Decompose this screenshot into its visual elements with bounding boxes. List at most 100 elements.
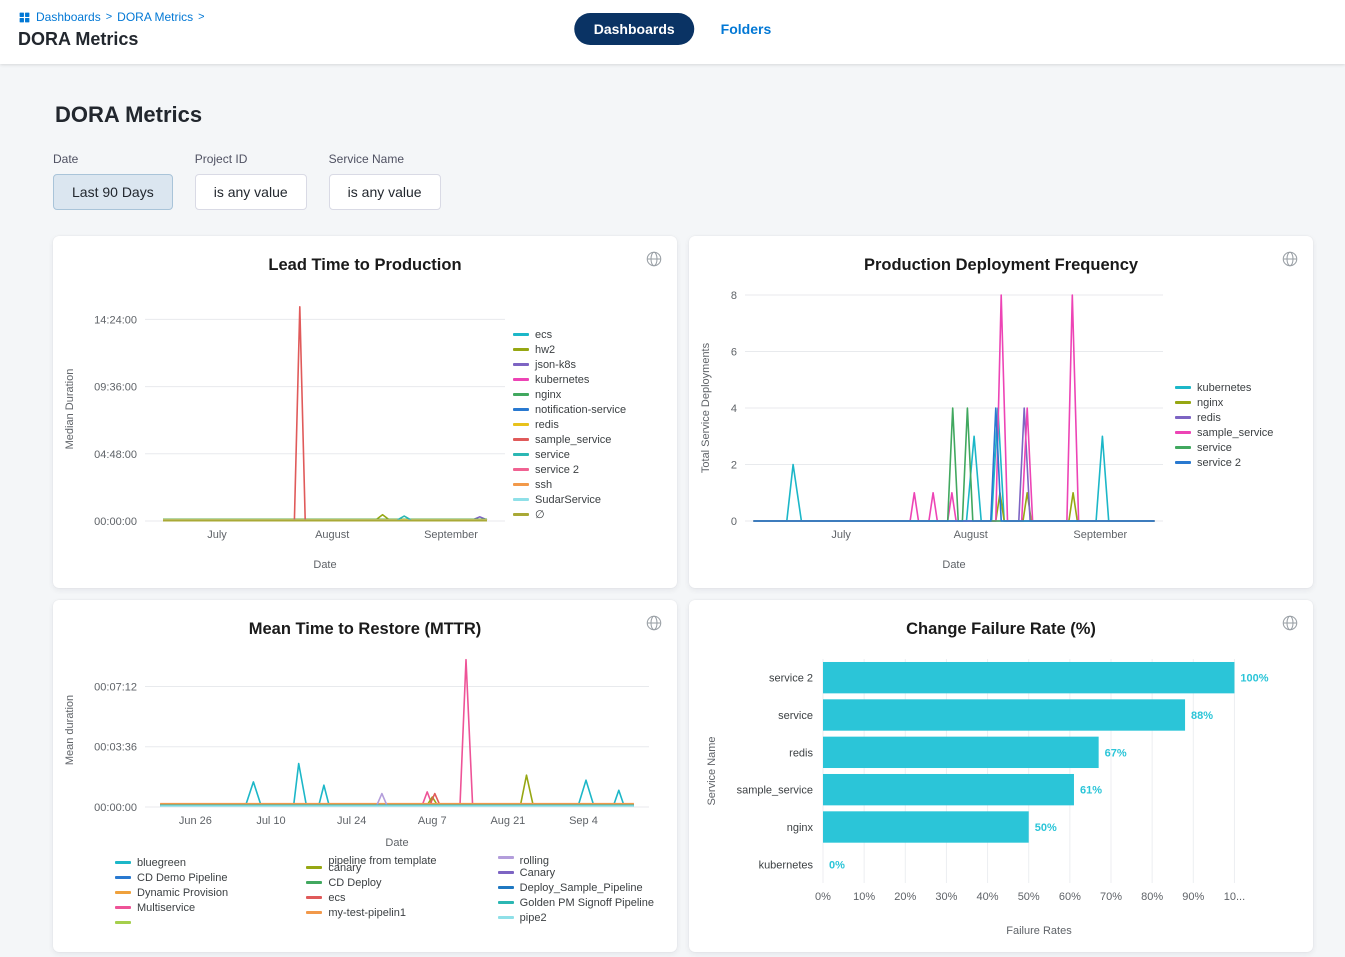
legend-swatch	[306, 881, 322, 884]
date-filter-button[interactable]: Last 90 Days	[53, 174, 173, 210]
svg-text:00:00:00: 00:00:00	[94, 802, 137, 814]
legend-label: service	[1197, 442, 1232, 454]
dashboard-page: DORA Metrics Date Last 90 Days Project I…	[0, 102, 1345, 952]
legend-label: my-test-pipelin1	[328, 907, 406, 919]
chart-title: Production Deployment Frequency	[689, 236, 1313, 275]
legend-item[interactable]: ecs	[513, 327, 665, 342]
lead-time-chart: 00:00:0004:48:0009:36:0014:24:00JulyAugu…	[61, 275, 513, 573]
service-name-filter-button[interactable]: is any value	[329, 174, 441, 210]
legend-swatch	[513, 483, 529, 486]
svg-text:70%: 70%	[1100, 891, 1122, 903]
svg-text:10%: 10%	[853, 891, 875, 903]
svg-text:Aug 7: Aug 7	[418, 815, 447, 827]
filter-project-id-label: Project ID	[195, 152, 307, 166]
legend-swatch	[513, 348, 529, 351]
globe-icon[interactable]	[645, 250, 663, 268]
svg-text:July: July	[207, 529, 227, 541]
legend-item[interactable]: CD Deploy	[306, 875, 463, 890]
legend-label: sample_service	[1197, 427, 1273, 439]
legend-item[interactable]: SudarService	[513, 492, 665, 507]
legend-item[interactable]: service	[1175, 440, 1301, 455]
legend-item[interactable]: CD Demo Pipeline	[115, 870, 272, 885]
breadcrumb-link-dora-metrics[interactable]: DORA Metrics	[117, 10, 193, 24]
legend-item[interactable]: ecs	[306, 890, 463, 905]
tab-dashboards[interactable]: Dashboards	[574, 13, 695, 45]
legend-item[interactable]: pipe2	[498, 910, 655, 925]
svg-text:6: 6	[731, 347, 737, 359]
legend-item[interactable]: Canary	[498, 865, 655, 880]
legend-swatch	[513, 513, 529, 516]
legend-item[interactable]: sample_service	[1175, 425, 1301, 440]
svg-text:Jul 10: Jul 10	[256, 815, 285, 827]
legend-label: kubernetes	[1197, 382, 1251, 394]
legend-item[interactable]: redis	[1175, 410, 1301, 425]
legend-label: rolling	[520, 855, 549, 867]
filter-bar: Date Last 90 Days Project ID is any valu…	[53, 152, 1292, 210]
legend-item[interactable]: bluegreen	[115, 855, 272, 870]
legend-item[interactable]: nginx	[1175, 395, 1301, 410]
legend-item[interactable]: kubernetes	[513, 372, 665, 387]
svg-text:10...: 10...	[1224, 891, 1245, 903]
lead-time-legend: ecshw2json-k8s kubernetesnginx notificatio…	[513, 327, 665, 522]
legend-item[interactable]: Multiservice	[115, 900, 272, 915]
legend-label: redis	[1197, 412, 1221, 424]
chart-title: Mean Time to Restore (MTTR)	[53, 600, 677, 639]
legend-label: Multiservice	[137, 902, 195, 914]
filter-date: Date Last 90 Days	[53, 152, 173, 210]
svg-text:August: August	[954, 529, 988, 541]
deployment-frequency-chart: 02468JulyAugustSeptemberDateTotal Servic…	[697, 275, 1175, 573]
legend-label: service 2	[535, 464, 579, 476]
svg-text:60%: 60%	[1059, 891, 1081, 903]
legend-item[interactable]: notification-service	[513, 402, 665, 417]
legend-label: sample_service	[535, 434, 611, 446]
legend-item[interactable]: ssh	[513, 477, 665, 492]
legend-swatch	[1175, 401, 1191, 404]
legend-item[interactable]: ∅	[513, 507, 665, 522]
legend-item[interactable]: Dynamic Provision	[115, 885, 272, 900]
globe-icon[interactable]	[1281, 614, 1299, 632]
svg-text:0%: 0%	[829, 859, 845, 871]
filter-project-id: Project ID is any value	[195, 152, 307, 210]
legend-swatch	[306, 866, 322, 869]
legend-item[interactable]: service 2	[513, 462, 665, 477]
legend-swatch	[513, 438, 529, 441]
legend-label: Dynamic Provision	[137, 887, 228, 899]
legend-swatch	[1175, 386, 1191, 389]
tab-folders[interactable]: Folders	[721, 21, 772, 37]
svg-text:sample_service: sample_service	[737, 785, 813, 797]
legend-swatch	[498, 886, 514, 889]
svg-text:20%: 20%	[894, 891, 916, 903]
legend-item[interactable]: redis	[513, 417, 665, 432]
legend-item[interactable]: nginx	[513, 387, 665, 402]
breadcrumb-link-dashboards[interactable]: Dashboards	[36, 10, 101, 24]
mttr-chart: 00:00:0000:03:3600:07:12Jun 26Jul 10Jul …	[61, 639, 667, 851]
globe-icon[interactable]	[645, 614, 663, 632]
svg-text:redis: redis	[789, 747, 813, 759]
svg-text:00:00:00: 00:00:00	[94, 516, 137, 528]
card-production-deployment-frequency: Production Deployment Frequency 02468Jul…	[689, 236, 1313, 588]
legend-item[interactable]: service 2	[1175, 455, 1301, 470]
legend-swatch	[513, 468, 529, 471]
breadcrumb-separator: >	[198, 11, 204, 23]
legend-label: notification-service	[535, 404, 626, 416]
legend-item[interactable]: Golden PM Signoff Pipeline	[498, 895, 655, 910]
legend-item[interactable]: my-test-pipelin1	[306, 905, 463, 920]
legend-swatch	[1175, 416, 1191, 419]
project-id-filter-button[interactable]: is any value	[195, 174, 307, 210]
legend-item[interactable]: json-k8s	[513, 357, 665, 372]
legend-label: kubernetes	[535, 374, 589, 386]
card-change-failure-rate: Change Failure Rate (%) 0%10%20%30%40%50…	[689, 600, 1313, 952]
legend-item[interactable]: service	[513, 447, 665, 462]
legend-item[interactable]: hw2	[513, 342, 665, 357]
svg-text:4: 4	[731, 403, 737, 415]
legend-item[interactable]: Deploy_Sample_Pipeline	[498, 880, 655, 895]
svg-text:61%: 61%	[1080, 785, 1102, 797]
charts-grid: Lead Time to Production 00:00:0004:48:00…	[53, 236, 1292, 952]
svg-text:kubernetes: kubernetes	[759, 859, 814, 871]
svg-text:Jun 26: Jun 26	[179, 815, 212, 827]
legend-swatch	[513, 498, 529, 501]
legend-item[interactable]: kubernetes	[1175, 380, 1301, 395]
legend-item[interactable]: sample_service	[513, 432, 665, 447]
svg-text:88%: 88%	[1191, 710, 1213, 722]
globe-icon[interactable]	[1281, 250, 1299, 268]
